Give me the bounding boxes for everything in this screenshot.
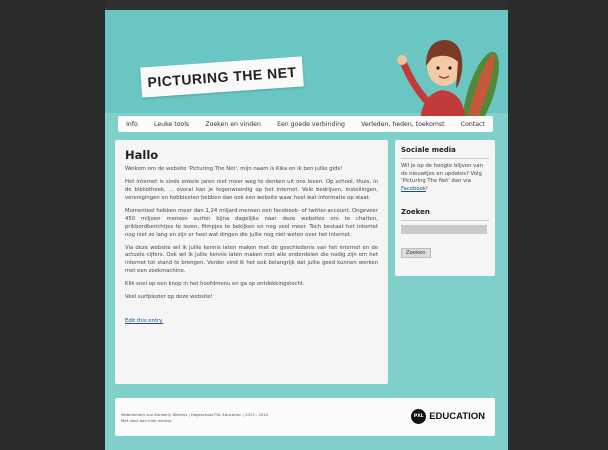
- content-paragraph: Klik snel op een knop in het hoofdmenu e…: [125, 281, 305, 288]
- social-media-heading: Sociale media: [401, 146, 456, 154]
- sidebar: Sociale media Wil je op de hoogte blijve…: [395, 140, 495, 276]
- pxl-education-logo[interactable]: PXL EDUCATION: [411, 409, 485, 424]
- page-heading: Hallo: [125, 148, 159, 162]
- facebook-link[interactable]: Facebook: [401, 186, 426, 192]
- search-heading: Zoeken: [401, 207, 430, 216]
- intro-paragraph: Welkom om de website 'Picturing The Net'…: [125, 166, 343, 172]
- pxl-logo-badge: PXL: [411, 409, 427, 424]
- main-navigation: Info Leuke tools Zoeken en vinden Een go…: [118, 116, 493, 132]
- nav-item-zoeken-en-vinden[interactable]: Zoeken en vinden: [205, 121, 261, 128]
- search-button[interactable]: Zoeken: [401, 247, 431, 258]
- content-paragraph: Via deze website wil ik jullie kennis la…: [125, 244, 378, 275]
- edit-entry-link[interactable]: Edit this entry.: [125, 318, 163, 324]
- search-input[interactable]: [401, 224, 487, 234]
- footer: Webelement van Kimberly Willems | Hogesc…: [115, 398, 495, 436]
- nav-item-verleden-heden-toekomst[interactable]: Verleden, heden, toekomst: [361, 121, 444, 128]
- divider: [401, 219, 489, 221]
- page: PICTURING THE NET Info Leuke tools Zoeke…: [105, 10, 508, 450]
- nav-item-een-goede-verbinding[interactable]: Een goede verbinding: [277, 121, 345, 128]
- content-paragraph: Veel surfplezier op deze website!: [125, 294, 213, 301]
- social-media-suffix: !: [425, 186, 429, 193]
- main-content: Hallo Welkom om de website 'Picturing Th…: [115, 140, 388, 384]
- nav-item-info[interactable]: Info: [126, 121, 138, 128]
- social-media-text: Wil je op de hoogte blijven van de nieuw…: [401, 163, 489, 194]
- mascot-girl-illustration: [397, 40, 499, 122]
- site-title[interactable]: PICTURING THE NET: [147, 64, 297, 90]
- pxl-logo-text: EDUCATION: [429, 411, 485, 422]
- nav-item-leuke-tools[interactable]: Leuke tools: [154, 121, 189, 128]
- content-paragraph: Momenteel hebben meer dan 1,24 miljard m…: [125, 207, 378, 238]
- footer-text: Webelement van Kimberly Willems | Hogesc…: [121, 412, 268, 425]
- divider: [401, 158, 489, 159]
- nav-item-contact[interactable]: Contact: [461, 121, 485, 128]
- content-paragraph: Het internet is sinds enkele jaren niet …: [125, 178, 378, 201]
- header-banner: PICTURING THE NET: [105, 10, 508, 122]
- social-media-description: Wil je op de hoogte blijven van de nieuw…: [401, 163, 483, 185]
- site-title-box[interactable]: PICTURING THE NET: [140, 56, 304, 98]
- footer-thanks: Met dank aan mijn mentor.: [121, 418, 173, 424]
